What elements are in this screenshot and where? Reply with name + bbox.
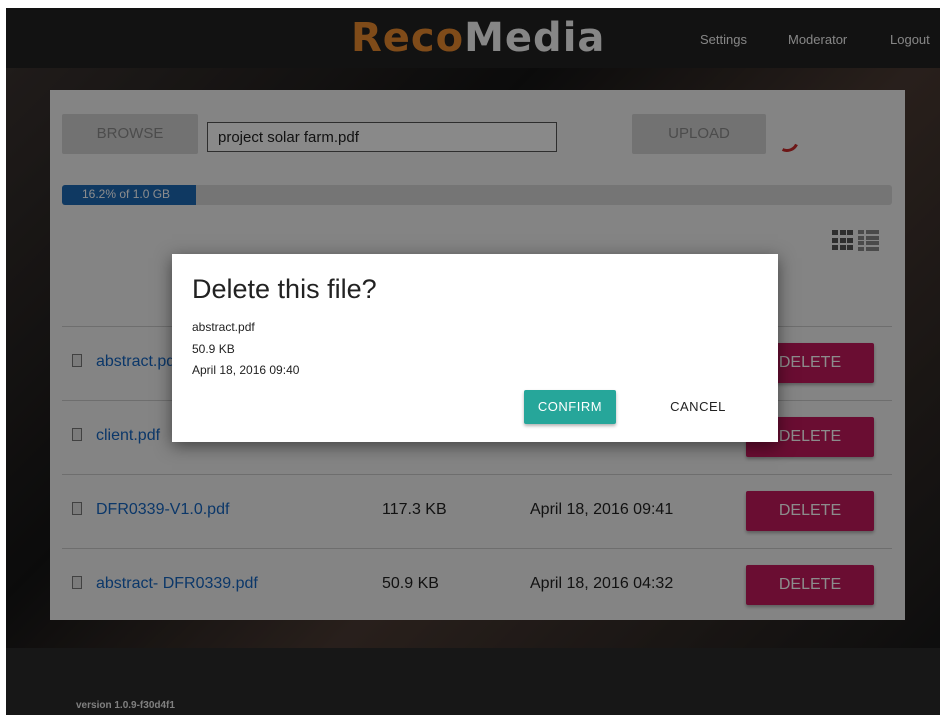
dialog-file-date: April 18, 2016 09:40 (192, 363, 300, 377)
delete-confirm-dialog: Delete this file? abstract.pdf 50.9 KB A… (172, 254, 778, 442)
app-window: RecoMedia Settings Moderator Logout vers… (6, 8, 940, 715)
cancel-button[interactable]: CANCEL (658, 390, 738, 424)
dialog-title: Delete this file? (192, 274, 377, 304)
confirm-button[interactable]: CONFIRM (524, 390, 616, 424)
dialog-file-name: abstract.pdf (192, 320, 255, 334)
dialog-file-size: 50.9 KB (192, 342, 235, 356)
